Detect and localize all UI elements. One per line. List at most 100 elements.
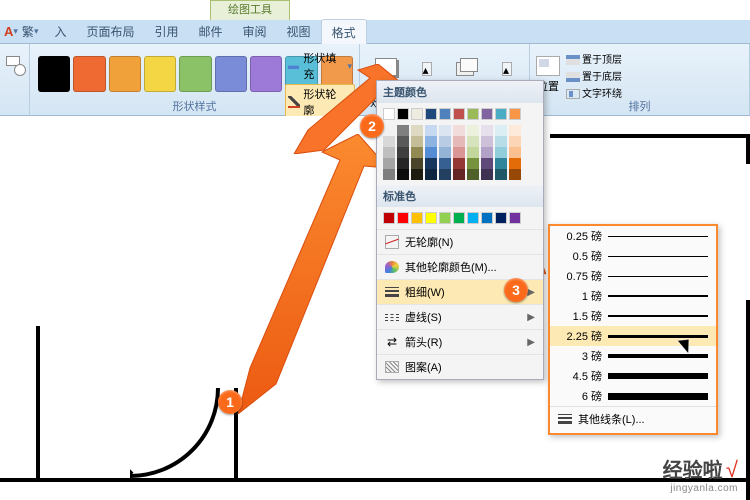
weight-option[interactable]: 1 磅 xyxy=(550,286,716,306)
color-swatch[interactable] xyxy=(425,158,437,169)
color-swatch[interactable] xyxy=(383,108,395,120)
style-swatch[interactable] xyxy=(250,56,282,92)
color-swatch[interactable] xyxy=(425,125,437,136)
style-swatch[interactable] xyxy=(109,56,141,92)
style-swatch[interactable] xyxy=(38,56,70,92)
color-swatch[interactable] xyxy=(481,169,493,180)
color-swatch[interactable] xyxy=(397,147,409,158)
color-swatch[interactable] xyxy=(397,158,409,169)
wall-segment[interactable] xyxy=(36,326,40,482)
color-swatch[interactable] xyxy=(439,212,451,224)
color-swatch[interactable] xyxy=(439,108,451,120)
door-arc-shape[interactable] xyxy=(40,298,220,478)
color-swatch[interactable] xyxy=(383,125,395,136)
color-swatch[interactable] xyxy=(495,212,507,224)
color-swatch[interactable] xyxy=(467,147,479,158)
color-swatch[interactable] xyxy=(495,108,507,120)
color-swatch[interactable] xyxy=(383,169,395,180)
color-swatch[interactable] xyxy=(495,147,507,158)
color-swatch[interactable] xyxy=(467,169,479,180)
color-swatch[interactable] xyxy=(425,147,437,158)
color-swatch[interactable] xyxy=(509,169,521,180)
tab-mailings[interactable]: 邮件 xyxy=(189,19,233,44)
color-swatch[interactable] xyxy=(383,147,395,158)
color-swatch[interactable] xyxy=(467,125,479,136)
tab-view[interactable]: 视图 xyxy=(277,19,321,44)
color-swatch[interactable] xyxy=(411,212,423,224)
no-outline-item[interactable]: 无轮廓(N) xyxy=(377,229,543,254)
color-swatch[interactable] xyxy=(439,136,451,147)
color-swatch[interactable] xyxy=(425,108,437,120)
color-swatch[interactable] xyxy=(453,108,465,120)
tab-format[interactable]: 格式 xyxy=(321,19,367,46)
color-swatch[interactable] xyxy=(509,125,521,136)
color-swatch[interactable] xyxy=(397,125,409,136)
color-swatch[interactable] xyxy=(509,212,521,224)
color-swatch[interactable] xyxy=(453,212,465,224)
color-swatch[interactable] xyxy=(481,125,493,136)
style-swatch[interactable] xyxy=(179,56,211,92)
tab-insert[interactable]: 入 xyxy=(44,19,76,44)
color-swatch[interactable] xyxy=(509,147,521,158)
wall-segment[interactable] xyxy=(746,134,750,164)
color-swatch[interactable] xyxy=(425,136,437,147)
color-swatch[interactable] xyxy=(397,169,409,180)
color-swatch[interactable] xyxy=(481,108,493,120)
send-to-back-button[interactable]: 置于底层 xyxy=(566,67,622,84)
more-outline-colors-item[interactable]: 其他轮廓颜色(M)... xyxy=(377,254,543,279)
color-swatch[interactable] xyxy=(453,136,465,147)
color-swatch[interactable] xyxy=(467,212,479,224)
color-swatch[interactable] xyxy=(397,136,409,147)
color-swatch[interactable] xyxy=(495,169,507,180)
color-swatch[interactable] xyxy=(383,136,395,147)
color-swatch[interactable] xyxy=(439,158,451,169)
color-swatch[interactable] xyxy=(509,136,521,147)
weight-option[interactable]: 0.5 磅 xyxy=(550,246,716,266)
style-swatch[interactable] xyxy=(215,56,247,92)
color-swatch[interactable] xyxy=(411,158,423,169)
color-swatch[interactable] xyxy=(439,125,451,136)
color-swatch[interactable] xyxy=(481,158,493,169)
color-swatch[interactable] xyxy=(453,169,465,180)
color-swatch[interactable] xyxy=(411,108,423,120)
dashes-submenu-item[interactable]: 虚线(S) ▶ xyxy=(377,304,543,329)
style-swatch[interactable] xyxy=(73,56,105,92)
style-swatch[interactable] xyxy=(144,56,176,92)
color-swatch[interactable] xyxy=(467,108,479,120)
color-swatch[interactable] xyxy=(481,136,493,147)
weight-option[interactable]: 0.75 磅 xyxy=(550,266,716,286)
color-swatch[interactable] xyxy=(467,136,479,147)
color-swatch[interactable] xyxy=(495,125,507,136)
color-swatch[interactable] xyxy=(383,212,395,224)
color-swatch[interactable] xyxy=(509,108,521,120)
weight-option[interactable]: 4.5 磅 xyxy=(550,366,716,386)
color-swatch[interactable] xyxy=(425,212,437,224)
color-swatch[interactable] xyxy=(383,158,395,169)
weight-option[interactable]: 0.25 磅 xyxy=(550,226,716,246)
weight-option[interactable]: 6 磅 xyxy=(550,386,716,406)
color-swatch[interactable] xyxy=(397,108,409,120)
color-swatch[interactable] xyxy=(495,136,507,147)
color-swatch[interactable] xyxy=(495,158,507,169)
tab-references[interactable]: 引用 xyxy=(145,19,189,44)
color-swatch[interactable] xyxy=(425,169,437,180)
wall-segment[interactable] xyxy=(0,478,750,482)
tab-page-layout[interactable]: 页面布局 xyxy=(76,19,144,44)
bring-to-front-button[interactable]: 置于顶层 xyxy=(566,50,622,67)
color-swatch[interactable] xyxy=(509,158,521,169)
color-swatch[interactable] xyxy=(481,212,493,224)
font-color-button[interactable]: A▾ 繁▾ xyxy=(4,23,38,40)
color-swatch[interactable] xyxy=(453,125,465,136)
wall-segment[interactable] xyxy=(746,300,750,500)
color-swatch[interactable] xyxy=(439,147,451,158)
arrows-submenu-item[interactable]: ⇄ 箭头(R) ▶ xyxy=(377,329,543,354)
color-swatch[interactable] xyxy=(411,169,423,180)
more-lines-item[interactable]: 其他线条(L)... xyxy=(550,406,716,431)
color-swatch[interactable] xyxy=(411,147,423,158)
tab-review[interactable]: 审阅 xyxy=(233,19,277,44)
traditional-convert-button[interactable]: 繁 xyxy=(22,23,34,40)
color-swatch[interactable] xyxy=(439,169,451,180)
pattern-submenu-item[interactable]: 图案(A) xyxy=(377,354,543,379)
color-swatch[interactable] xyxy=(453,158,465,169)
wall-segment[interactable] xyxy=(550,134,750,138)
